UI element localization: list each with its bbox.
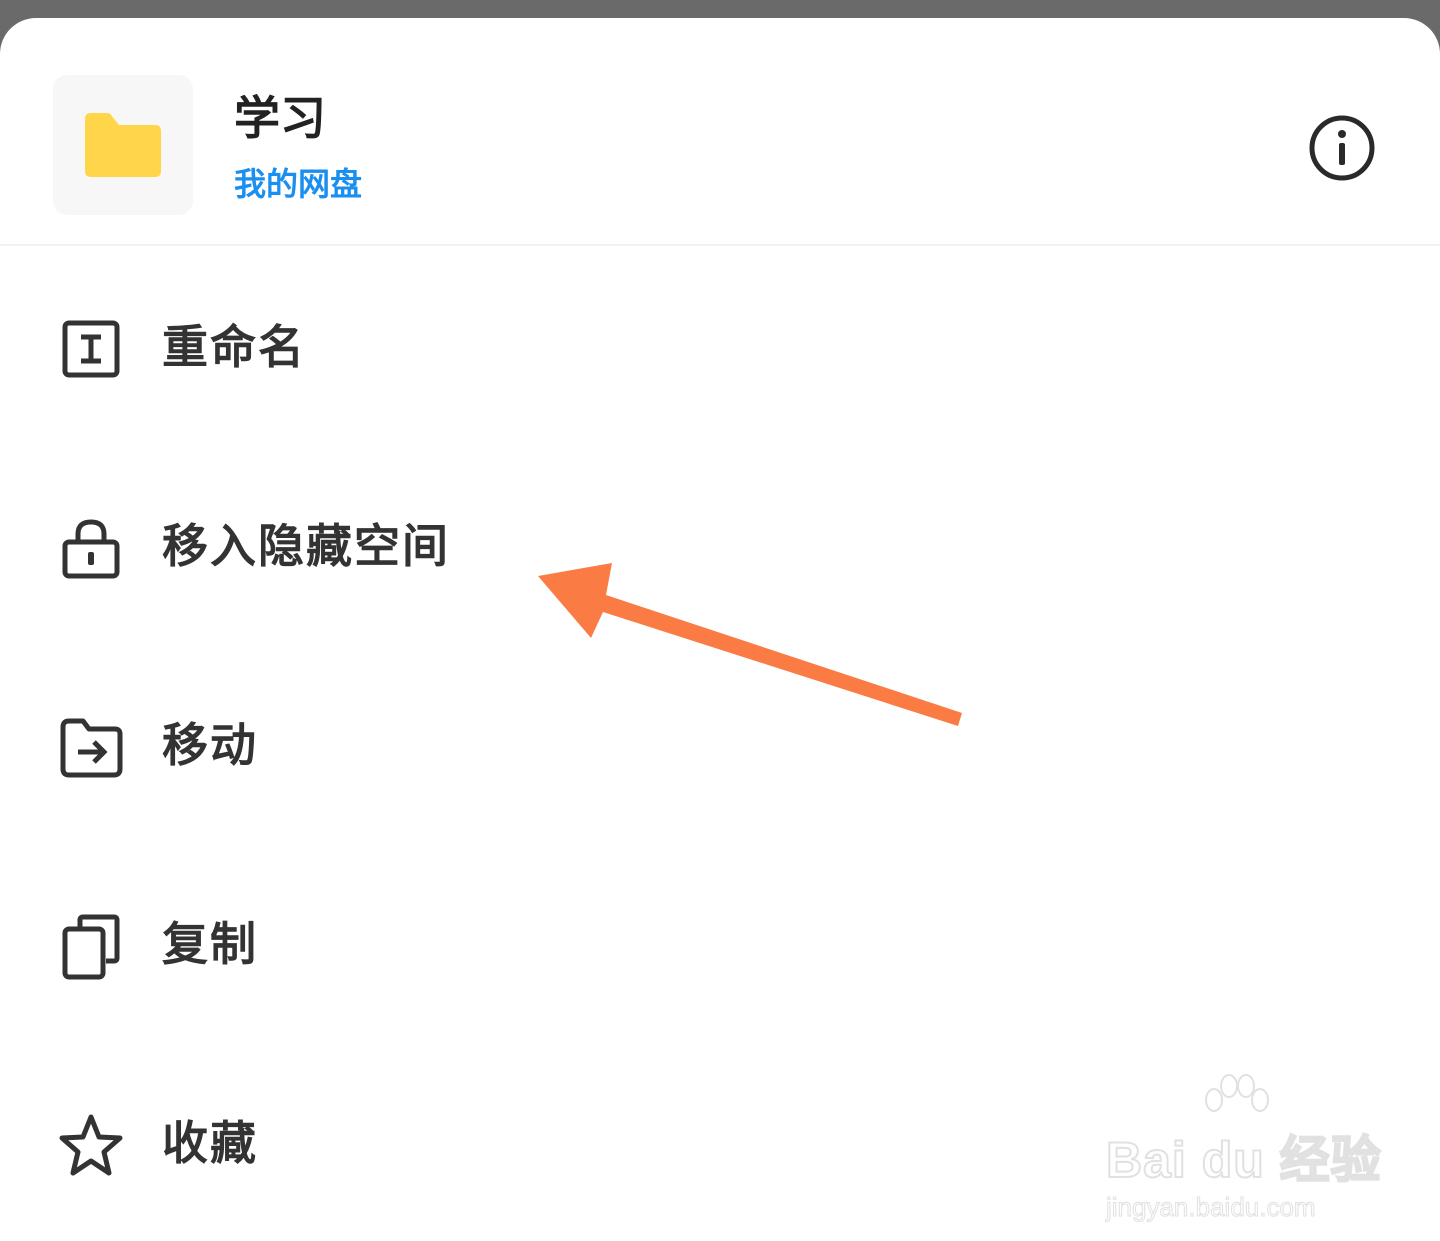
menu-item-favorite[interactable]: 收藏 xyxy=(0,1066,1440,1216)
folder-location[interactable]: 我的网盘 xyxy=(234,162,362,206)
lock-icon xyxy=(62,519,120,579)
menu-item-label: 复制 xyxy=(162,917,258,971)
folder-thumbnail xyxy=(53,75,193,215)
star-icon xyxy=(59,1114,123,1176)
sheet-header: 学习 我的网盘 xyxy=(0,18,1440,246)
menu-item-copy[interactable]: 复制 xyxy=(0,867,1440,1017)
menu-item-label: 移动 xyxy=(162,718,258,772)
folder-icon xyxy=(85,113,161,177)
menu-item-label: 移入隐藏空间 xyxy=(162,519,450,573)
menu-item-label: 重命名 xyxy=(162,320,306,374)
file-action-sheet: 学习 我的网盘 重命名 移入隐藏空间 移动 复制 收藏 Bai du 经验 ji… xyxy=(0,18,1440,1241)
info-icon xyxy=(1309,115,1375,181)
menu-item-move[interactable]: 移动 xyxy=(0,668,1440,818)
menu-item-label: 收藏 xyxy=(162,1116,258,1170)
folder-name: 学习 xyxy=(234,91,326,145)
info-button[interactable] xyxy=(1306,112,1378,184)
move-folder-icon xyxy=(60,718,123,778)
menu-item-hidden-space[interactable]: 移入隐藏空间 xyxy=(0,469,1440,619)
copy-icon xyxy=(62,914,120,980)
rename-icon xyxy=(62,320,120,378)
menu-item-rename[interactable]: 重命名 xyxy=(0,270,1440,420)
